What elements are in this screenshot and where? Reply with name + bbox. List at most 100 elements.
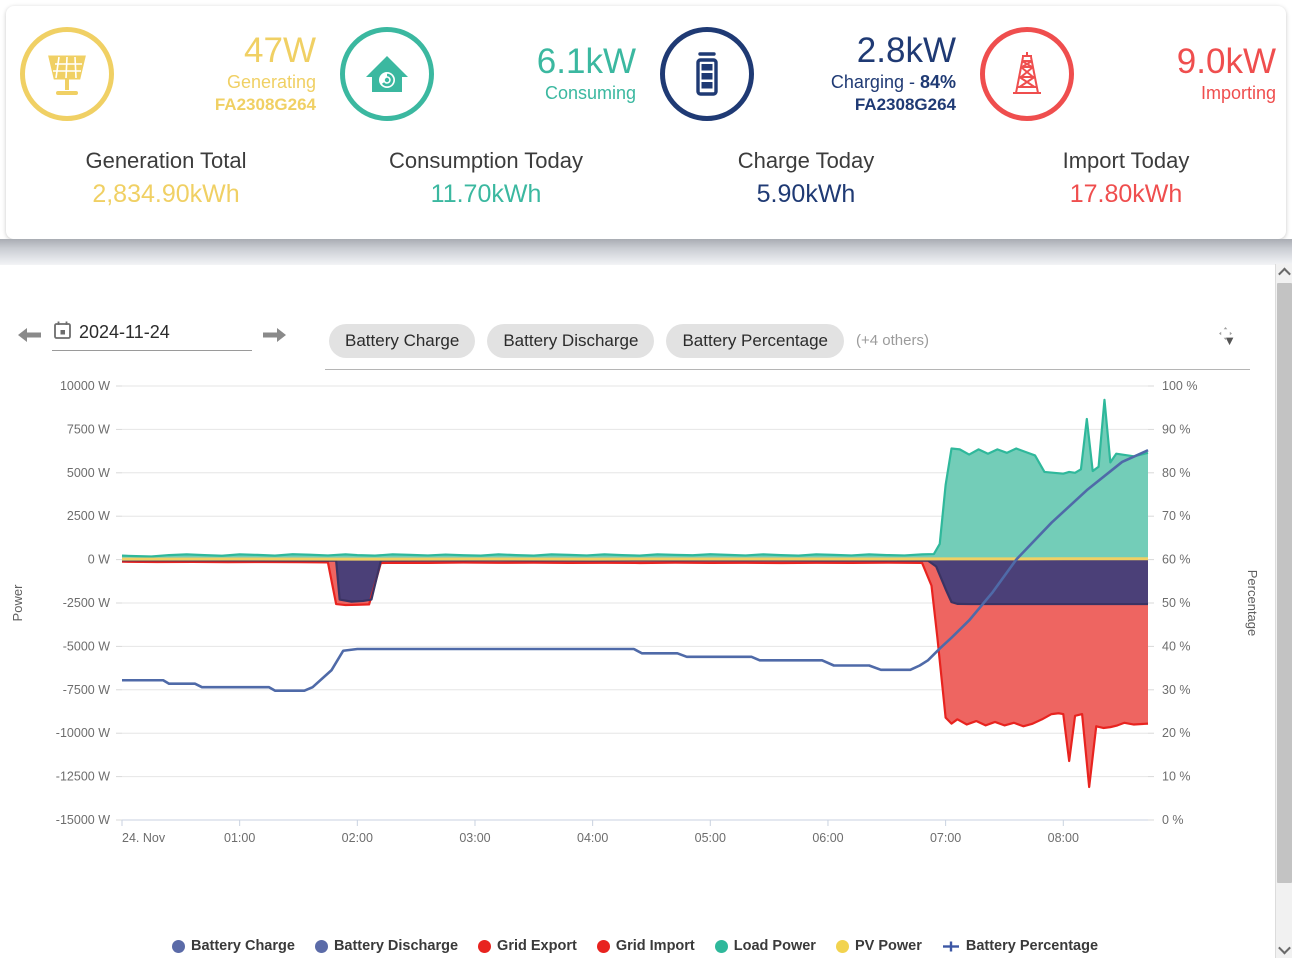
grid-power-value: 9.0kW (1176, 41, 1276, 81)
grid-state-label: Importing (1090, 81, 1276, 105)
svg-text:-2500 W: -2500 W (63, 596, 110, 610)
legend-item-load-power[interactable]: Load Power (714, 938, 816, 954)
next-day-button[interactable] (258, 318, 292, 352)
legend-dot-icon (714, 939, 728, 953)
summary-card: 47W Generating FA2308G264 6.1kW Consumin… (6, 6, 1286, 239)
legend-label: PV Power (854, 938, 922, 954)
svg-text:-15000 W: -15000 W (56, 813, 110, 827)
svg-text:05:00: 05:00 (695, 831, 726, 845)
summary-tile-grid: 9.0kW Importing (966, 6, 1286, 141)
svg-text:07:00: 07:00 (930, 831, 961, 845)
total-import: Import Today 17.80kWh (966, 146, 1286, 238)
total-import-label: Import Today (1062, 148, 1190, 173)
legend-item-pv-power[interactable]: PV Power (835, 938, 922, 954)
battery-state-text: Charging - (830, 71, 920, 92)
scroll-down-button[interactable] (1276, 941, 1292, 958)
legend-dot-icon (478, 939, 492, 953)
svg-text:06:00: 06:00 (812, 831, 843, 845)
date-value: 2024-11-24 (79, 322, 170, 342)
legend-label: Battery Percentage (965, 938, 1099, 954)
chart-panel: 2024-11-24 Battery Charge Battery Discha… (0, 265, 1270, 958)
legend-item-battery-discharge[interactable]: Battery Discharge (314, 938, 458, 954)
scrollbar-thumb[interactable] (1277, 283, 1292, 883)
legend-dot-icon (596, 939, 610, 953)
svg-text:-5000 W: -5000 W (63, 639, 110, 653)
legend-dot-icon (835, 939, 849, 953)
total-generation-label: Generation Total (85, 148, 247, 173)
legend-item-battery-percentage[interactable]: Battery Percentage (942, 938, 1098, 954)
date-input[interactable]: 2024-11-24 (52, 319, 252, 351)
svg-text:Percentage: Percentage (1245, 570, 1260, 637)
summary-tile-battery: 2.8kW Charging - 84% FA2308G264 (646, 6, 966, 141)
consumption-power-value: 6.1kW (536, 41, 636, 81)
svg-text:0 W: 0 W (88, 553, 110, 567)
total-generation: Generation Total 2,834.90kWh (6, 146, 326, 238)
plus-marker-icon (942, 940, 960, 953)
legend-item-grid-export[interactable]: Grid Export (478, 938, 577, 954)
svg-text:-10000 W: -10000 W (56, 726, 110, 740)
total-charge-label: Charge Today (737, 148, 875, 173)
svg-text:0 %: 0 % (1162, 813, 1184, 827)
legend-dot-icon (314, 939, 328, 953)
series-others-count: (+4 others) (856, 332, 929, 349)
svg-text:01:00: 01:00 (224, 831, 255, 845)
total-consumption: Consumption Today 11.70kWh (326, 146, 646, 238)
svg-text:7500 W: 7500 W (67, 422, 110, 436)
series-select[interactable]: Battery Charge Battery Discharge Battery… (325, 312, 1250, 370)
panel-separator (0, 239, 1292, 265)
legend-dot-icon (171, 939, 185, 953)
legend-item-grid-import[interactable]: Grid Import (596, 938, 695, 954)
svg-text:100 %: 100 % (1162, 379, 1197, 393)
total-consumption-value: 11.70kWh (430, 180, 542, 208)
summary-tiles-row: 47W Generating FA2308G264 6.1kW Consumin… (6, 6, 1286, 141)
chart-plot-area: 10000 W 7500 W 5000 W 2500 W 0 W -2500 W -5000… (0, 370, 1270, 958)
summary-totals-row: Generation Total 2,834.90kWh Consumption… (6, 146, 1286, 238)
chart-controls: 2024-11-24 Battery Charge Battery Discha… (0, 310, 1270, 370)
svg-text:60 %: 60 % (1162, 553, 1191, 567)
date-navigator: 2024-11-24 (12, 318, 292, 352)
dashboard-root: 47W Generating FA2308G264 6.1kW Consumin… (0, 0, 1292, 958)
legend-label: Grid Export (497, 938, 577, 954)
svg-text:20 %: 20 % (1162, 726, 1191, 740)
total-import-value: 17.80kWh (1069, 180, 1183, 208)
generation-power-value: 47W (244, 30, 316, 70)
calendar-icon (54, 321, 71, 344)
chip-battery-discharge[interactable]: Battery Discharge (487, 323, 655, 358)
summary-tile-generation: 47W Generating FA2308G264 (6, 6, 326, 141)
svg-text:70 %: 70 % (1162, 509, 1191, 523)
battery-icon (660, 26, 754, 121)
grid-state-text: Importing (1200, 82, 1276, 103)
battery-serial: FA2308G264 (854, 94, 956, 114)
energy-chart[interactable]: 10000 W 7500 W 5000 W 2500 W 0 W -2500 W -5000… (0, 370, 1270, 870)
battery-state-percent: 84% (919, 71, 956, 92)
total-consumption-label: Consumption Today (388, 148, 584, 173)
total-generation-value: 2,834.90kWh (92, 180, 240, 208)
scroll-up-button[interactable] (1276, 264, 1292, 281)
battery-power-value: 2.8kW (856, 30, 956, 70)
total-charge-value: 5.90kWh (756, 180, 856, 208)
summary-tile-consumption: 6.1kW Consuming (326, 6, 646, 141)
svg-text:08:00: 08:00 (1048, 831, 1079, 845)
generation-state-label: Generating (130, 70, 316, 94)
svg-text:40 %: 40 % (1162, 639, 1191, 653)
svg-text:-12500 W: -12500 W (56, 770, 110, 784)
previous-day-button[interactable] (12, 318, 46, 352)
legend-item-battery-charge[interactable]: Battery Charge (171, 938, 295, 954)
svg-text:03:00: 03:00 (459, 831, 490, 845)
total-charge: Charge Today 5.90kWh (646, 146, 966, 238)
house-icon (340, 26, 434, 121)
generation-serial: FA2308G264 (214, 94, 316, 114)
chip-battery-charge[interactable]: Battery Charge (329, 323, 476, 358)
generation-state-text: Generating (226, 71, 316, 92)
svg-text:50 %: 50 % (1162, 596, 1191, 610)
legend-label: Load Power (733, 938, 816, 954)
svg-text:-7500 W: -7500 W (63, 683, 110, 697)
svg-text:80 %: 80 % (1162, 466, 1191, 480)
svg-text:02:00: 02:00 (342, 831, 373, 845)
legend-label: Battery Charge (190, 938, 295, 954)
chip-battery-percentage[interactable]: Battery Percentage (666, 323, 844, 358)
move-cursor-icon (1219, 327, 1232, 343)
vertical-scrollbar[interactable] (1275, 264, 1292, 958)
svg-text:5000 W: 5000 W (67, 466, 110, 480)
svg-text:Power: Power (10, 584, 25, 622)
